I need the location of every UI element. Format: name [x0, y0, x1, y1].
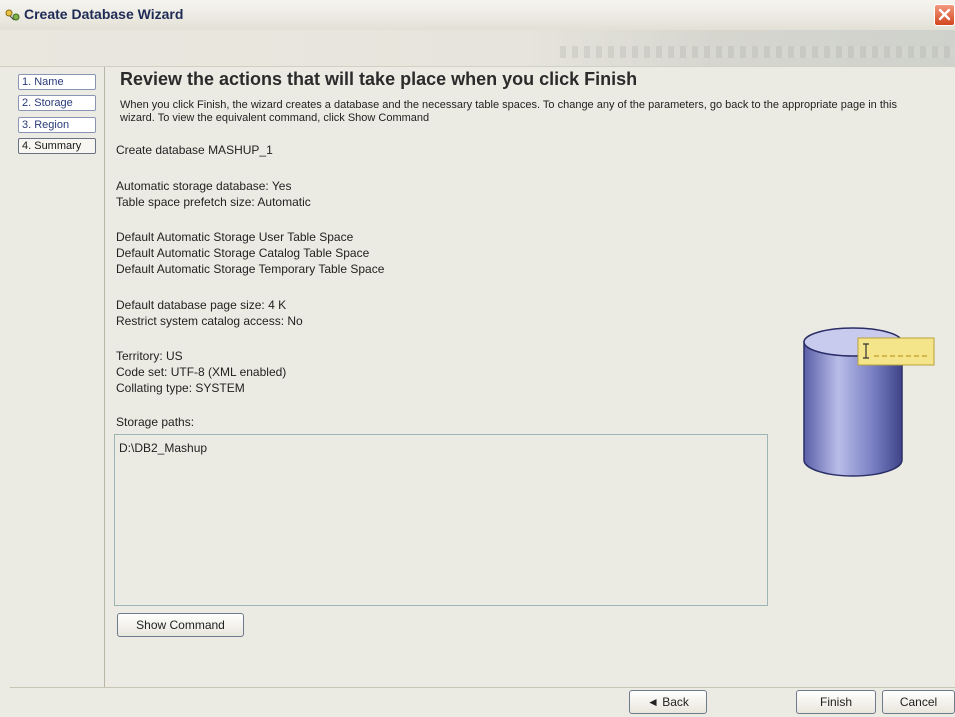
footer-divider: [10, 687, 955, 688]
storage-paths-label: Storage paths:: [116, 415, 195, 429]
window-title: Create Database Wizard: [24, 6, 184, 22]
banner-decoration: [560, 46, 955, 58]
back-button[interactable]: ◄ Back: [629, 690, 707, 714]
summary-line: Collating type: SYSTEM: [116, 381, 245, 395]
step-region[interactable]: 3. Region: [18, 117, 96, 133]
summary-line: Restrict system catalog access: No: [116, 314, 303, 328]
summary-line: Default database page size: 4 K: [116, 298, 287, 312]
cancel-button[interactable]: Cancel: [882, 690, 955, 714]
step-name[interactable]: 1. Name: [18, 74, 96, 90]
storage-paths-list[interactable]: D:\DB2_Mashup: [114, 434, 768, 606]
page-heading: Review the actions that will take place …: [120, 69, 638, 89]
close-button[interactable]: [934, 4, 955, 26]
page-description: When you click Finish, the wizard create…: [120, 99, 897, 124]
step-storage[interactable]: 2. Storage: [18, 95, 96, 111]
summary-line: Default Automatic Storage Catalog Table …: [116, 246, 370, 260]
header-banner: [0, 30, 955, 67]
summary-line: Default Automatic Storage User Table Spa…: [116, 230, 354, 244]
wizard-icon: [4, 8, 22, 24]
wizard-window: Create Database Wizard 1. Name 2. Storag…: [0, 0, 955, 717]
title-bar: Create Database Wizard: [0, 0, 955, 31]
summary-line: Create database MASHUP_1: [116, 143, 273, 157]
step-summary[interactable]: 4. Summary: [18, 138, 96, 154]
storage-path-item[interactable]: D:\DB2_Mashup: [119, 441, 763, 455]
summary-line: Default Automatic Storage Temporary Tabl…: [116, 262, 385, 276]
summary-line: Table space prefetch size: Automatic: [116, 195, 311, 209]
finish-button[interactable]: Finish: [796, 690, 876, 714]
show-command-button[interactable]: Show Command: [117, 613, 244, 637]
database-illustration: [800, 326, 940, 486]
summary-line: Automatic storage database: Yes: [116, 179, 292, 193]
summary-line: Code set: UTF-8 (XML enabled): [116, 365, 287, 379]
wizard-step-nav: 1. Name 2. Storage 3. Region 4. Summary: [10, 67, 105, 687]
summary-line: Territory: US: [116, 349, 183, 363]
